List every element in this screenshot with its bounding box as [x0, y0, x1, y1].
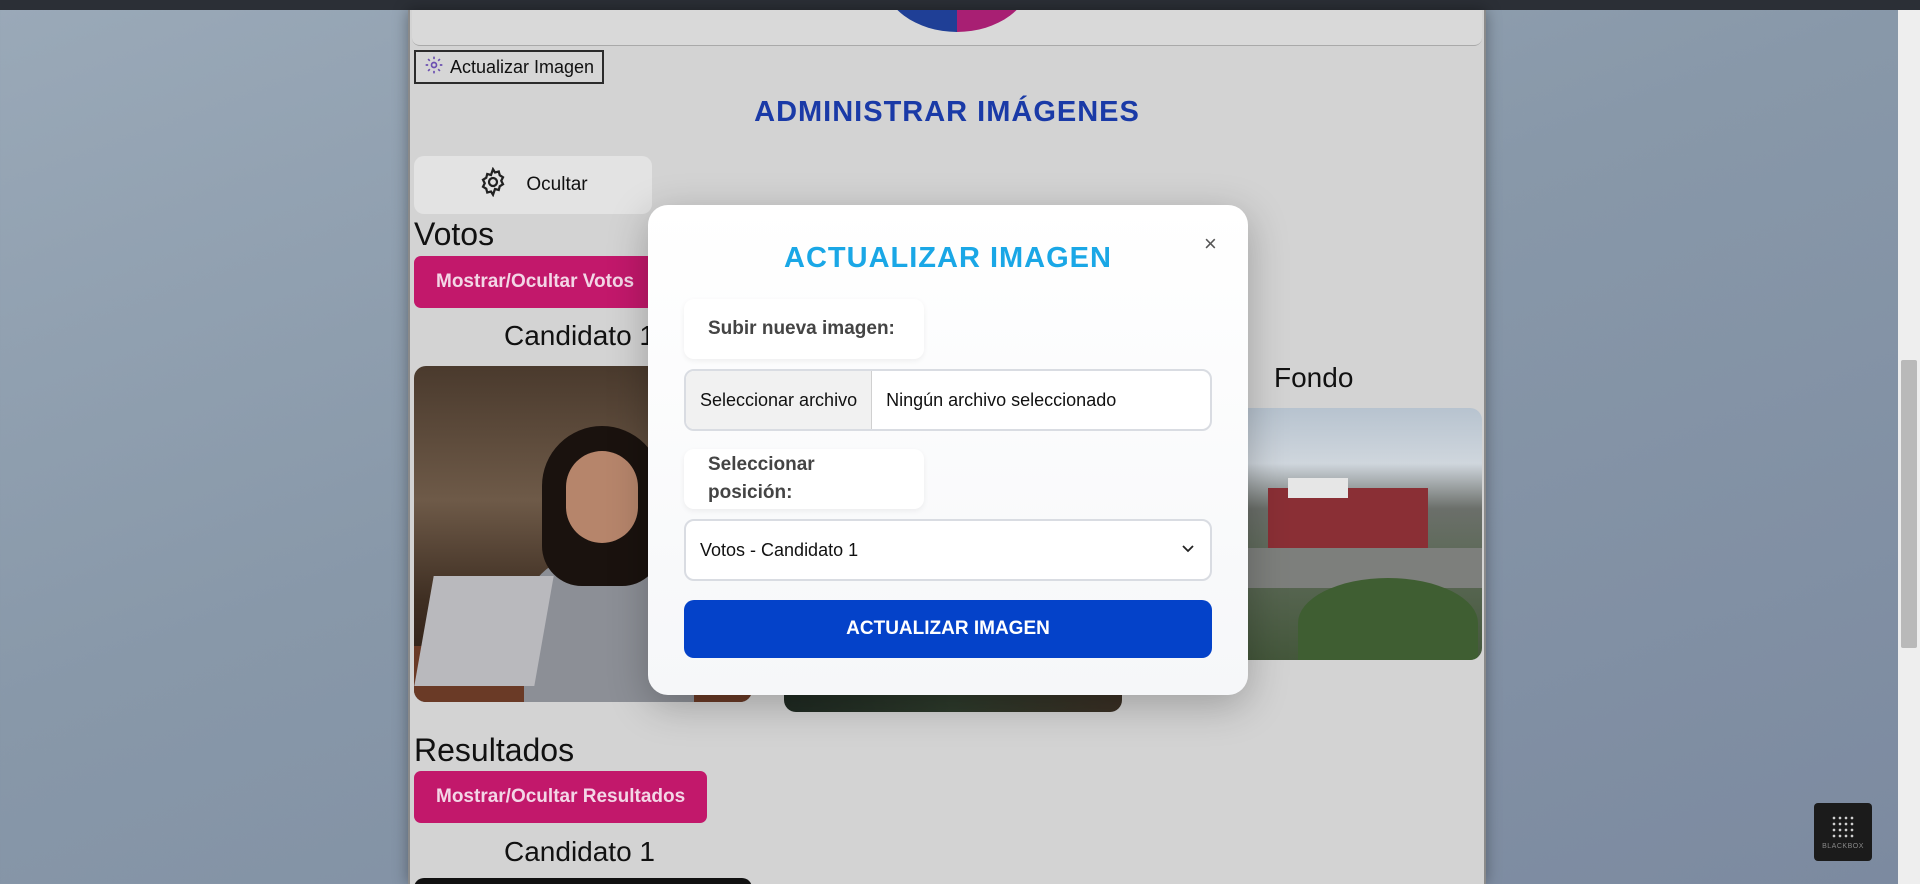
background-label: Fondo: [1274, 362, 1354, 393]
hide-button[interactable]: Ocultar: [414, 156, 652, 214]
blackbox-logo-icon: [1831, 814, 1855, 839]
scrollbar-thumb[interactable]: [1901, 360, 1917, 648]
votes-candidate-label: Candidato 1: [504, 320, 656, 351]
page-title: ADMINISTRAR IMÁGENES: [754, 96, 1140, 128]
results-section-title: Resultados: [414, 732, 575, 768]
scrollbar[interactable]: [1898, 10, 1920, 884]
toggle-results-button[interactable]: Mostrar/Ocultar Resultados: [414, 771, 708, 823]
file-status: Ningún archivo seleccionado: [886, 389, 1117, 410]
blackbox-label: BLACKBOX: [1822, 842, 1864, 850]
position-selected-value: Votos - Candidato 1: [700, 539, 859, 560]
submit-update-button[interactable]: ACTUALIZAR IMAGEN: [684, 600, 1212, 658]
browser-top-strip: [0, 0, 1920, 10]
update-image-modal: ACTUALIZAR IMAGEN × Subir nueva imagen: …: [648, 205, 1248, 695]
hide-label: Ocultar: [526, 174, 588, 195]
position-select[interactable]: Votos - Candidato 1: [684, 519, 1212, 581]
update-image-button[interactable]: Actualizar Imagen: [414, 50, 605, 84]
results-photo: [414, 878, 752, 884]
blackbox-widget[interactable]: BLACKBOX: [1814, 803, 1872, 861]
toggle-votes-button[interactable]: Mostrar/Ocultar Votos: [414, 256, 657, 308]
chart-card: [412, 10, 1482, 46]
close-icon[interactable]: ×: [1204, 231, 1217, 257]
gear-icon: [478, 166, 508, 203]
background-photo[interactable]: [1228, 408, 1482, 660]
results-candidate-label: Candidato 1: [504, 836, 656, 867]
chevron-down-icon: [1180, 540, 1196, 561]
modal-title: ACTUALIZAR IMAGEN: [784, 242, 1112, 274]
update-image-label: Actualizar Imagen: [450, 56, 595, 77]
select-file-button[interactable]: Seleccionar archivo: [686, 371, 873, 429]
votes-section-title: Votos: [414, 216, 495, 252]
position-label: Seleccionar posición:: [684, 449, 924, 509]
upload-label: Subir nueva imagen:: [684, 299, 924, 359]
file-input[interactable]: Seleccionar archivo Ningún archivo selec…: [684, 369, 1212, 431]
pie-chart-peek: [882, 10, 1032, 32]
gear-icon: [424, 55, 444, 80]
